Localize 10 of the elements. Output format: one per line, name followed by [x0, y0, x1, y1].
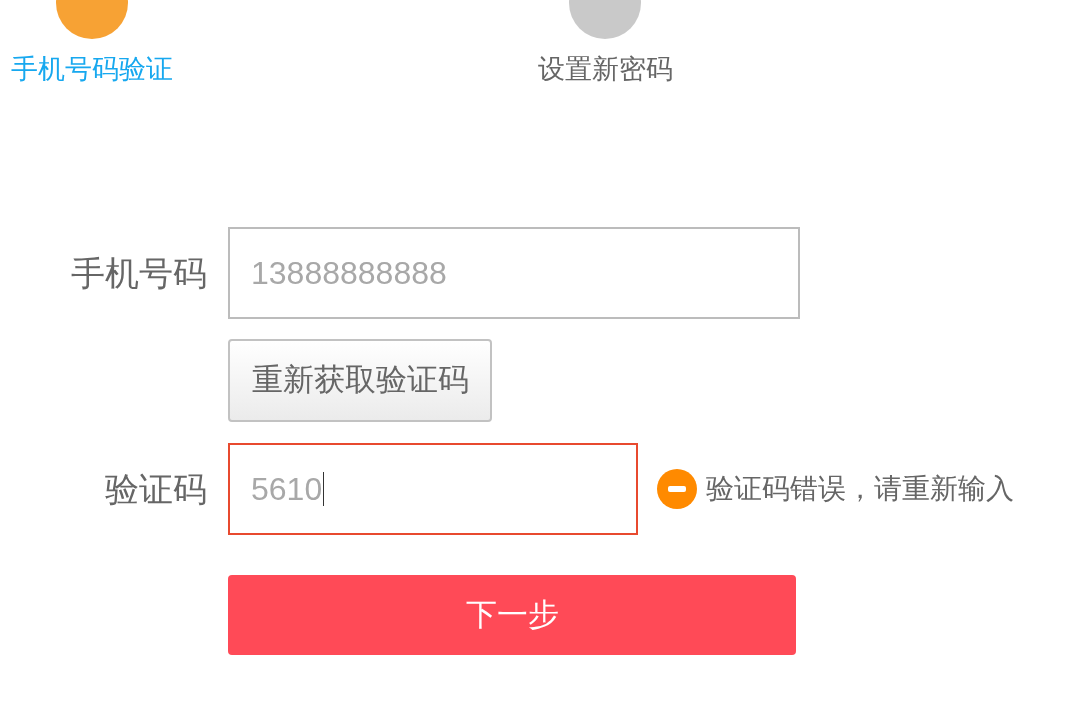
resend-code-button[interactable]: 重新获取验证码 [228, 339, 492, 422]
field-label: 手机号码 [71, 253, 207, 293]
verification-code-field[interactable]: 5610 [228, 443, 638, 535]
field-label: 验证码 [105, 469, 207, 509]
step-label: 手机号码验证 [11, 53, 173, 85]
next-step-button[interactable]: 下一步 [228, 575, 796, 655]
phone-number-field[interactable]: 13888888888 [228, 227, 800, 319]
error-icon [657, 469, 697, 509]
error-message: 验证码错误，请重新输入 [706, 472, 1014, 506]
step-label: 设置新密码 [537, 53, 673, 85]
